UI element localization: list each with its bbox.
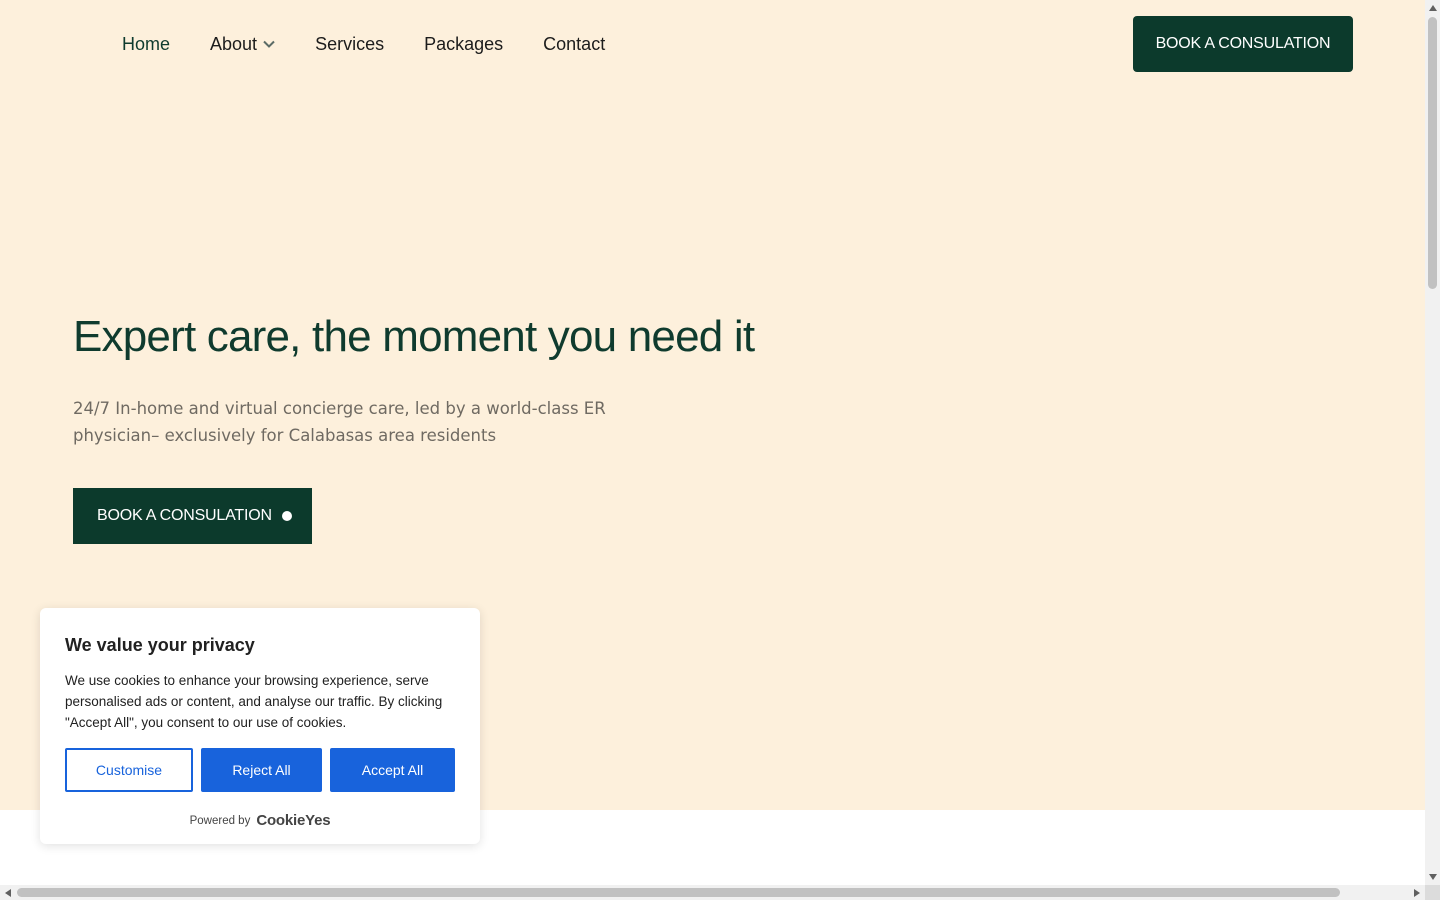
page: Home About Services Packages Contact BOO… [0,0,1425,885]
hero-title: Expert care, the moment you need it [73,312,755,361]
nav-item-contact[interactable]: Contact [543,34,605,55]
dot-icon [281,511,292,521]
chevron-down-icon [263,40,275,48]
cookie-banner-title: We value your privacy [65,635,255,655]
nav-item-home[interactable]: Home [122,34,170,55]
nav-item-label: Packages [424,33,504,54]
scroll-right-arrow-icon[interactable] [1412,888,1421,897]
scroll-up-arrow-icon[interactable] [1428,3,1437,12]
nav-item-label: About [210,33,258,54]
customise-button[interactable]: Customise [65,748,193,792]
accept-all-button[interactable]: Accept All [330,748,455,792]
header-book-consultation-button[interactable]: BOOK A CONSULATION [1133,16,1353,72]
horizontal-scroll-thumb[interactable] [17,888,1340,897]
hero-book-consultation-button[interactable]: BOOK A CONSULATION [73,488,312,544]
scroll-down-arrow-icon[interactable] [1428,872,1437,881]
horizontal-scrollbar[interactable] [0,885,1425,900]
button-label: BOOK A CONSULATION [1155,35,1331,52]
reject-all-button[interactable]: Reject All [201,748,322,792]
cookieyes-logo[interactable]: CookieYes [256,812,330,829]
nav-item-services[interactable]: Services [315,34,384,55]
cookie-consent-banner: We value your privacy We use cookies to … [40,608,480,844]
nav-item-packages[interactable]: Packages [424,34,503,55]
powered-by-label: Powered by [189,814,251,827]
main-nav: Home About Services Packages Contact [122,28,645,60]
scroll-left-arrow-icon[interactable] [3,888,12,897]
powered-by: Powered by CookieYes [40,812,480,829]
nav-item-about[interactable]: About [210,34,275,55]
nav-item-label: Contact [543,33,606,54]
cookie-banner-text: We use cookies to enhance your browsing … [65,673,443,730]
vertical-scroll-thumb[interactable] [1428,17,1437,289]
scrollbar-corner [1425,885,1440,900]
nav-item-label: Services [315,33,385,54]
button-label: BOOK A CONSULATION [97,507,272,524]
nav-item-label: Home [122,33,171,54]
hero-subtitle: 24/7 In-home and virtual concierge care,… [73,399,606,445]
vertical-scrollbar[interactable] [1425,0,1440,885]
